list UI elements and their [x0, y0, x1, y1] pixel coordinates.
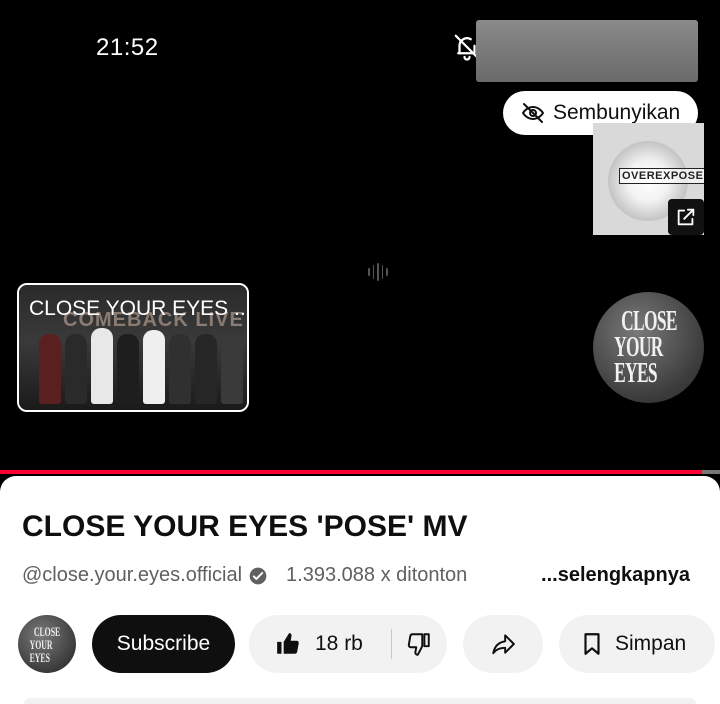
- redacted-area: [476, 20, 698, 82]
- next-section-edge: [24, 698, 696, 704]
- thumbs-up-icon: [277, 633, 299, 654]
- dislike-button[interactable]: [406, 631, 432, 657]
- video-title[interactable]: CLOSE YOUR EYES 'POSE' MV: [22, 510, 468, 544]
- like-separator: [390, 629, 392, 659]
- channel-disc[interactable]: CLOSE YOUR EYES: [593, 292, 704, 403]
- clip-card[interactable]: COMEBACK LIVE CLOSE YOUR EYES ...: [17, 283, 249, 412]
- hide-label: Sembunyikan: [553, 101, 681, 124]
- video-info-sheet: CLOSE YOUR EYES 'POSE' MV @close.your.ey…: [0, 476, 720, 704]
- like-count: 18 rb: [315, 632, 363, 655]
- progress-fill: [0, 470, 702, 474]
- video-meta[interactable]: @close.your.eyes.official 1.393.088 x di…: [22, 564, 702, 587]
- progress-bar[interactable]: [0, 470, 720, 474]
- like-button[interactable]: 18 rb: [249, 631, 363, 657]
- save-label: Simpan: [615, 632, 687, 655]
- channel-avatar[interactable]: CLOSE YOUR EYES: [18, 615, 76, 673]
- channel-disc-line2: YOUR EYES: [614, 331, 663, 389]
- more-link[interactable]: ...selengkapnya: [525, 564, 690, 587]
- verified-icon: [248, 566, 268, 586]
- open-external-button[interactable]: [668, 199, 704, 235]
- channel-handle[interactable]: @close.your.eyes.official: [22, 564, 242, 587]
- save-button[interactable]: Simpan: [559, 615, 715, 673]
- video-player[interactable]: 21:52 Sembunyikan OVEREXPOSED COMEBACK L…: [0, 0, 720, 474]
- share-button[interactable]: [463, 615, 543, 673]
- eye-off-icon: [522, 103, 544, 123]
- promo-label: OVEREXPOSED: [619, 168, 704, 184]
- thumbs-down-icon: [407, 633, 430, 656]
- clip-card-title: CLOSE YOUR EYES ...: [29, 297, 249, 320]
- bookmark-icon: [584, 633, 600, 655]
- like-dislike-bar: 18 rb: [249, 615, 447, 673]
- status-time: 21:52: [96, 34, 159, 61]
- open-external-icon: [677, 208, 695, 226]
- view-count: 1.393.088 x ditonton: [286, 564, 468, 586]
- buffering-icon: [368, 262, 388, 282]
- avatar-text-2: YOUR EYES: [29, 636, 53, 665]
- share-icon: [492, 634, 515, 655]
- action-row: CLOSE YOUR EYES Subscribe 18 rb Simpan: [18, 615, 718, 673]
- subscribe-button[interactable]: Subscribe: [92, 615, 235, 673]
